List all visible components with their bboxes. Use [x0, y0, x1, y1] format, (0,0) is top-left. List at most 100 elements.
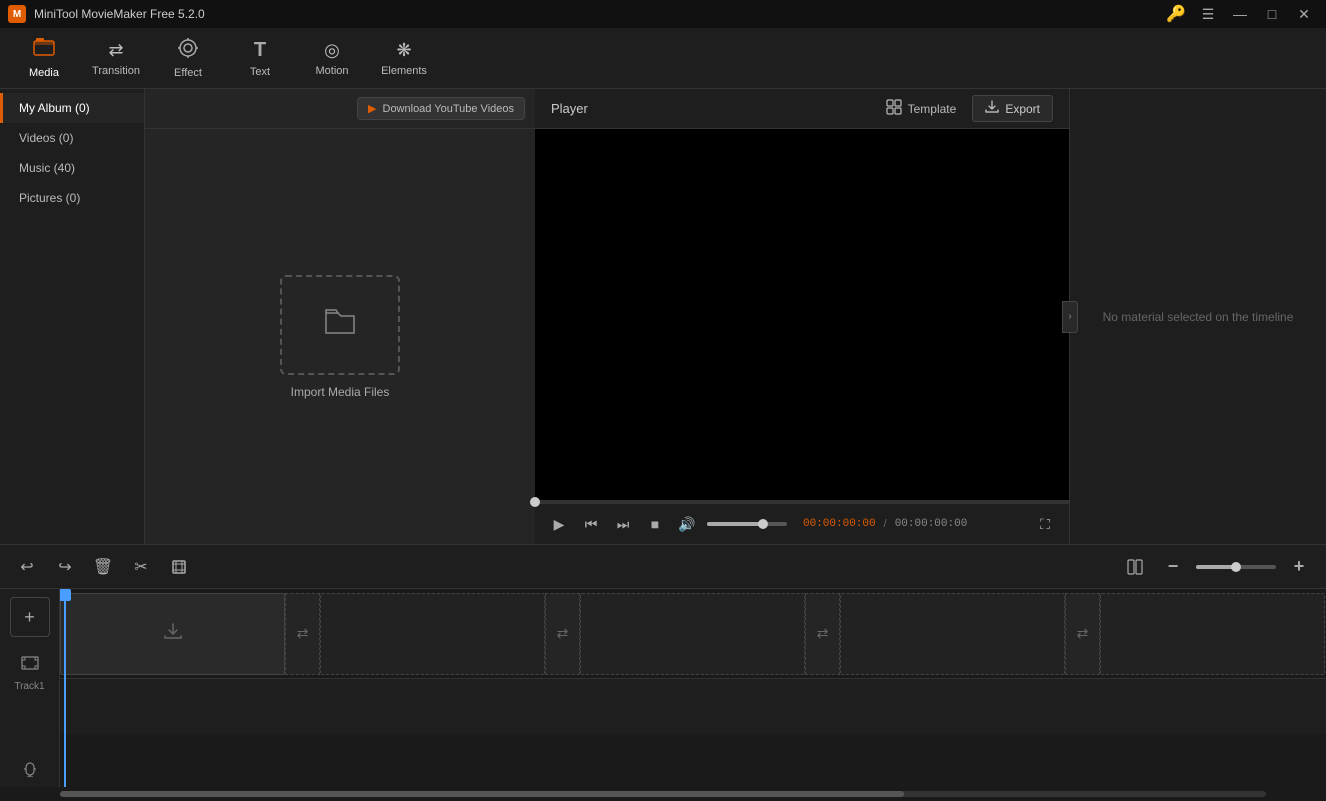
- import-label[interactable]: Import Media Files: [291, 385, 390, 399]
- toolbar-text[interactable]: T Text: [224, 28, 296, 88]
- template-label: Template: [908, 102, 957, 116]
- volume-thumb[interactable]: [758, 519, 768, 529]
- timecode-separator: /: [884, 518, 887, 530]
- prev-frame-button[interactable]: ⏮: [579, 512, 603, 536]
- transition-slot-4[interactable]: ⇄: [1065, 593, 1100, 675]
- motion-label: Motion: [315, 65, 348, 77]
- folder-icon: [324, 307, 356, 342]
- scrollbar-thumb[interactable]: [60, 791, 904, 797]
- crop-button[interactable]: [164, 552, 194, 582]
- delete-button[interactable]: 🗑: [88, 552, 118, 582]
- download-youtube-button[interactable]: ▶ Download YouTube Videos: [357, 97, 525, 120]
- play-button[interactable]: ▶: [547, 512, 571, 536]
- toolbar-motion[interactable]: ◎ Motion: [296, 28, 368, 88]
- video-clip-1[interactable]: [60, 593, 285, 675]
- zoom-out-button[interactable]: −: [1158, 552, 1188, 582]
- fullscreen-button[interactable]: ⛶: [1033, 512, 1057, 536]
- template-icon: [886, 99, 902, 118]
- track-icon-video[interactable]: [16, 649, 44, 677]
- transition-slot-3[interactable]: ⇄: [805, 593, 840, 675]
- media-toolbar-bar: ▶ Download YouTube Videos: [145, 89, 535, 129]
- video-clip-5[interactable]: [1100, 593, 1325, 675]
- media-sidebar: My Album (0) Videos (0) Music (40) Pictu…: [0, 89, 145, 544]
- transition-icon-1: ⇄: [297, 625, 309, 642]
- export-label: Export: [1005, 102, 1040, 116]
- transition-slot-2[interactable]: ⇄: [545, 593, 580, 675]
- close-button[interactable]: ✕: [1290, 0, 1318, 28]
- clip-import-icon: [162, 620, 184, 648]
- scrollbar-track[interactable]: [60, 791, 1266, 797]
- template-button[interactable]: Template: [878, 95, 965, 122]
- minimize-button[interactable]: —: [1226, 0, 1254, 28]
- timeline-zoom-controls: − +: [1120, 552, 1314, 582]
- track1-label: Track1: [14, 681, 44, 692]
- player-controls: ▶ ⏮ ⏭ ■ 🔊 00:00:00:00 / 00:00:00:00 ⛶: [535, 504, 1069, 544]
- youtube-icon: ▶: [368, 102, 376, 115]
- video-clip-2[interactable]: [320, 593, 545, 675]
- player-header: Player Template: [535, 89, 1069, 129]
- video-clip-3[interactable]: [580, 593, 805, 675]
- maximize-button[interactable]: □: [1258, 0, 1286, 28]
- progress-thumb[interactable]: [530, 497, 540, 507]
- transition-icon-3: ⇄: [817, 625, 829, 642]
- import-area: Import Media Files: [145, 129, 535, 544]
- media-icon: [33, 37, 55, 63]
- text-label: Text: [250, 66, 270, 78]
- timeline-content: + Track1: [0, 589, 1326, 787]
- timeline-toolbar: ↩ ↪ 🗑 ✂ −: [0, 545, 1326, 589]
- export-icon: [985, 100, 999, 117]
- timeline-left-panel: + Track1: [0, 589, 60, 787]
- next-frame-button[interactable]: ⏭: [611, 512, 635, 536]
- toolbar-effect[interactable]: Effect: [152, 28, 224, 88]
- video-area: [535, 129, 1069, 500]
- effect-label: Effect: [174, 67, 202, 79]
- audio-track: [60, 679, 1326, 734]
- add-track-button[interactable]: +: [10, 597, 50, 637]
- player-progress-bar[interactable]: [535, 500, 1069, 504]
- track-icon-audio[interactable]: [16, 755, 44, 783]
- track-labels: Track1: [0, 645, 59, 696]
- collapse-panel-button[interactable]: ›: [1062, 301, 1078, 333]
- transition-slot-1[interactable]: ⇄: [285, 593, 320, 675]
- elements-label: Elements: [381, 65, 427, 77]
- timeline-tracks[interactable]: ⇄ ⇄ ⇄: [60, 589, 1326, 787]
- transition-icon-4: ⇄: [1077, 625, 1089, 642]
- timecode-total: 00:00:00:00: [895, 518, 968, 530]
- properties-panel: › No material selected on the timeline: [1070, 89, 1326, 544]
- sidebar-item-videos[interactable]: Videos (0): [0, 123, 144, 153]
- sidebar-item-music[interactable]: Music (40): [0, 153, 144, 183]
- zoom-fit-button[interactable]: [1120, 552, 1150, 582]
- effect-icon: [178, 38, 198, 63]
- key-icon[interactable]: 🔑: [1162, 0, 1190, 28]
- toolbar-transition[interactable]: ⇄ Transition: [80, 28, 152, 88]
- zoom-in-button[interactable]: +: [1284, 552, 1314, 582]
- volume-button[interactable]: 🔊: [675, 512, 699, 536]
- import-media-box[interactable]: [280, 275, 400, 375]
- timeline-section: ↩ ↪ 🗑 ✂ −: [0, 544, 1326, 801]
- video-track: ⇄ ⇄ ⇄: [60, 589, 1326, 679]
- toolbar-elements[interactable]: ❋ Elements: [368, 28, 440, 88]
- sidebar-item-pictures[interactable]: Pictures (0): [0, 183, 144, 213]
- video-clip-4[interactable]: [840, 593, 1065, 675]
- text-icon: T: [254, 39, 266, 62]
- export-button[interactable]: Export: [972, 95, 1053, 122]
- app-title: MiniTool MovieMaker Free 5.2.0: [34, 7, 205, 21]
- timeline-scrollbar: [0, 787, 1326, 801]
- zoom-fill: [1196, 565, 1236, 569]
- redo-button[interactable]: ↪: [50, 552, 80, 582]
- stop-button[interactable]: ■: [643, 512, 667, 536]
- zoom-slider[interactable]: [1196, 565, 1276, 569]
- elements-icon: ❋: [396, 40, 411, 61]
- toolbar-media[interactable]: Media: [8, 28, 80, 88]
- undo-button[interactable]: ↩: [12, 552, 42, 582]
- zoom-thumb[interactable]: [1231, 562, 1241, 572]
- volume-fill: [707, 522, 763, 526]
- volume-slider[interactable]: [707, 522, 787, 526]
- motion-icon: ◎: [324, 40, 340, 61]
- app-logo: M: [8, 5, 26, 23]
- playhead[interactable]: [64, 589, 66, 787]
- cut-button[interactable]: ✂: [126, 552, 156, 582]
- media-content: ▶ Download YouTube Videos Import Medi: [145, 89, 535, 544]
- menu-button[interactable]: ☰: [1194, 0, 1222, 28]
- sidebar-item-my-album[interactable]: My Album (0): [0, 93, 144, 123]
